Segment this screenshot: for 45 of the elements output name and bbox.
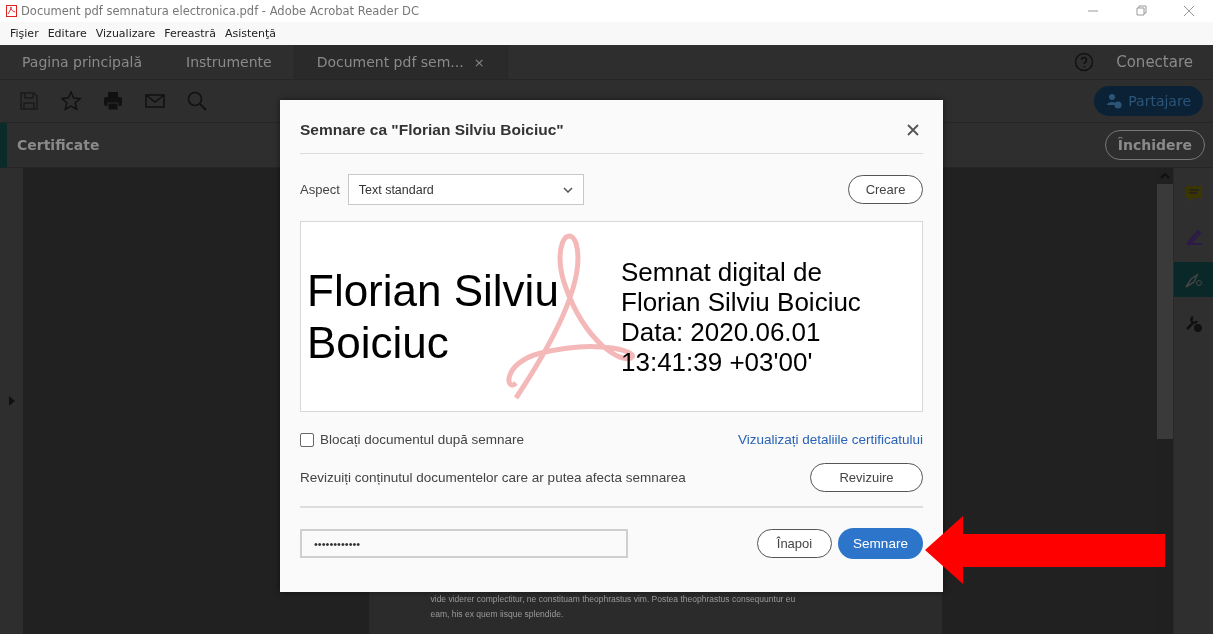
window-title: Document pdf semnatura electronica.pdf - Adobe Acrobat Reader DC <box>21 4 420 18</box>
sign-button[interactable]: Semnare <box>838 528 923 559</box>
signer-name: Florian Silviu <box>307 264 560 317</box>
close-icon[interactable] <box>907 123 919 136</box>
menu-item[interactable]: Vizualizare <box>95 27 156 40</box>
menu-item[interactable]: Asistenţă <box>224 27 277 40</box>
star-icon[interactable] <box>60 90 82 112</box>
tab[interactable]: Instrumente <box>164 45 294 79</box>
arrow-icon <box>925 516 1165 584</box>
search-icon[interactable] <box>186 90 208 112</box>
tab[interactable]: Document pdf sem... × <box>293 45 508 79</box>
dialog-title: Semnare ca "Florian Silviu Boiciuc" <box>300 120 565 139</box>
signature-detail: Florian Silviu Boiciuc <box>621 286 861 317</box>
password-field[interactable]: •••••••••••• <box>300 529 628 558</box>
review-button[interactable]: Revizuire <box>810 463 923 492</box>
document-text: eam, his ex quem iisque splendide. <box>430 608 565 621</box>
pdf-icon <box>6 5 17 17</box>
panel-title: Certificate <box>17 137 101 153</box>
lock-checkbox[interactable] <box>300 432 314 447</box>
signer-name: Boiciuc <box>307 316 450 369</box>
appearance-label: Aspect <box>300 182 340 197</box>
certificate-details-link[interactable]: Vizualizați detaliile certificatului <box>737 432 923 447</box>
print-icon[interactable] <box>102 90 124 112</box>
document-text: vide viderer complectitur, ne constituam theophrastus vim. Postea theophrastus consequuntur eu <box>430 593 797 606</box>
comment-icon <box>1183 183 1204 204</box>
lock-label: Blocați documentul după semnare <box>320 432 525 447</box>
menu-item[interactable]: Fişier <box>10 27 39 40</box>
menu-item[interactable]: Editare <box>47 27 87 40</box>
review-text: Revizuiți conținutul documentelor care ar putea afecta semnarea <box>300 470 687 485</box>
tab[interactable]: Pagina principală <box>0 45 164 79</box>
back-button[interactable]: Înapoi <box>757 529 832 558</box>
signature-detail: Data: 2020.06.01 <box>621 316 822 347</box>
help-icon[interactable] <box>1074 52 1095 72</box>
tab-close-icon[interactable]: × <box>473 54 485 70</box>
menu-item[interactable]: Fereastră <box>164 27 216 40</box>
add-user-icon <box>1106 93 1123 109</box>
signature-detail: Semnat digital de <box>621 256 823 287</box>
tool-item[interactable] <box>1174 262 1213 297</box>
scrollbar-thumb[interactable] <box>1157 184 1173 439</box>
expand-icon[interactable] <box>7 395 16 407</box>
appearance-dropdown[interactable]: Text standard <box>347 174 584 205</box>
sign-in-link[interactable]: Conectare <box>1116 53 1193 71</box>
create-button[interactable]: Creare <box>848 175 923 204</box>
signature-detail: 13:41:39 +03'00' <box>621 346 814 377</box>
chevron-down-icon <box>562 186 573 193</box>
